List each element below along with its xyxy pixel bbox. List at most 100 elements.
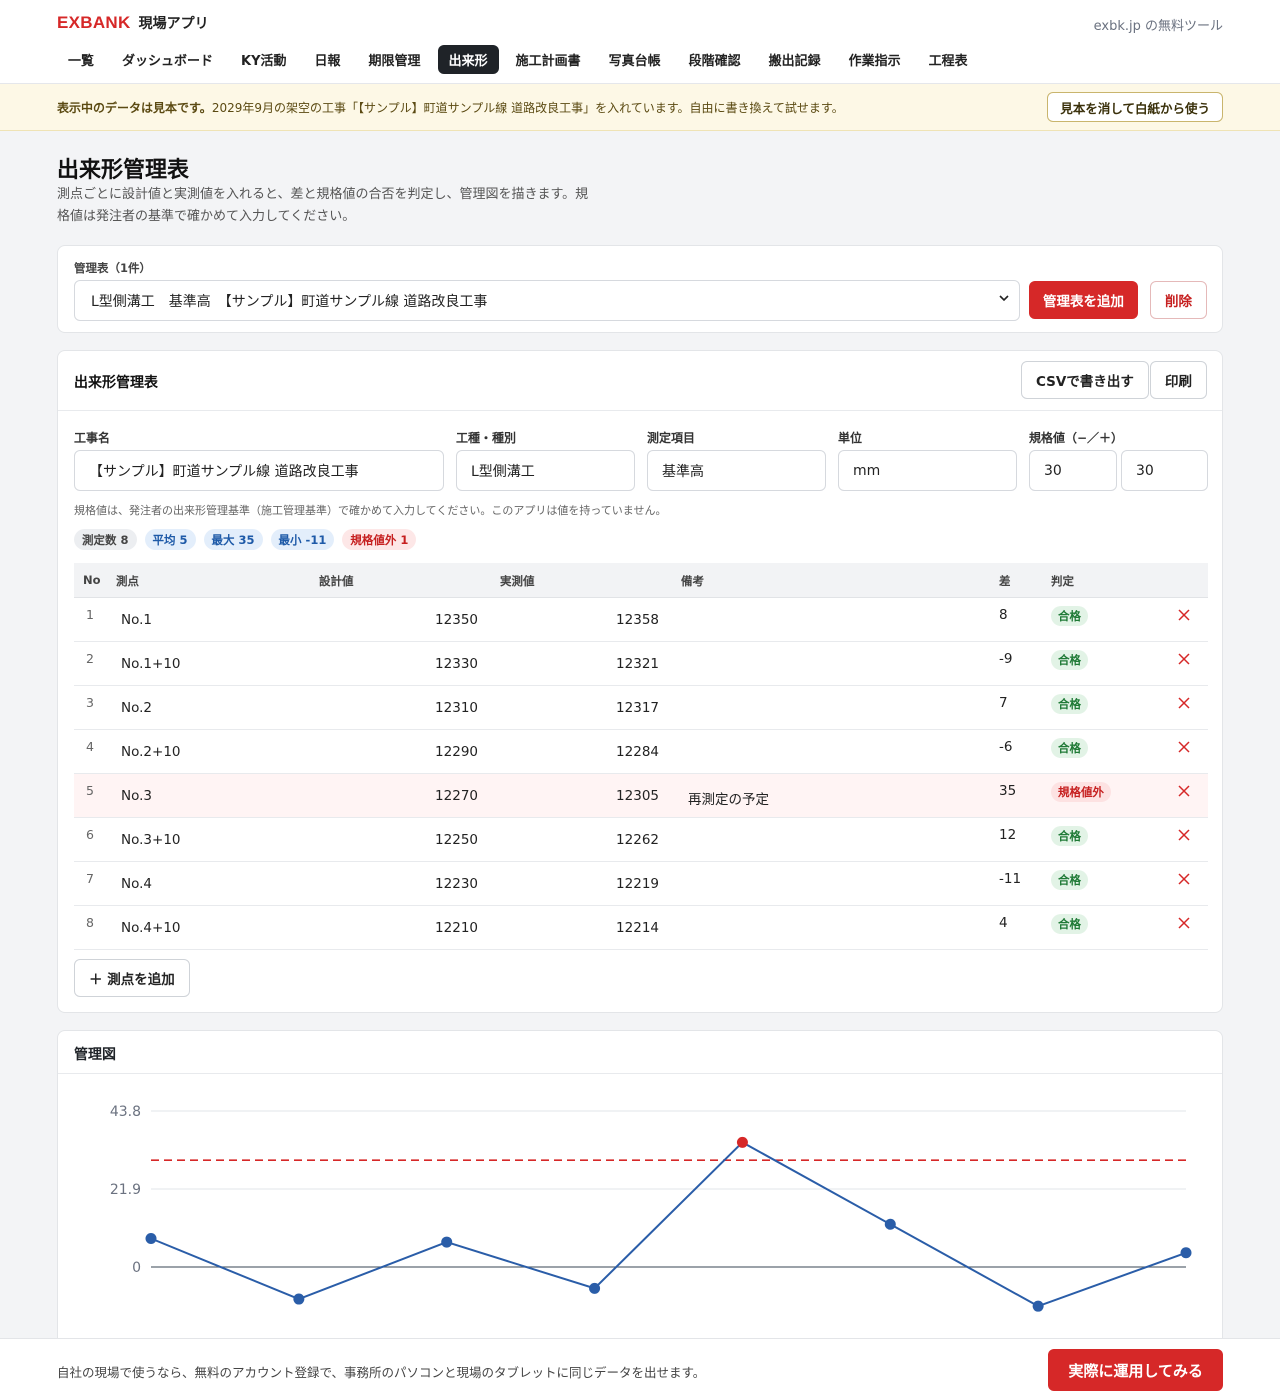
nav-item-0[interactable]: 一覧: [57, 45, 105, 74]
delete-row-icon[interactable]: [1177, 740, 1191, 754]
clear-sample-button[interactable]: 見本を消して白紙から使う: [1047, 92, 1223, 122]
row-measured-value[interactable]: 12317: [616, 700, 659, 716]
nav-item-9[interactable]: 搬出記録: [758, 45, 832, 74]
row-measured-value[interactable]: 12305: [616, 788, 659, 804]
row-diff: -11: [999, 871, 1022, 887]
spec-plus-field[interactable]: 30: [1121, 450, 1208, 491]
row-point[interactable]: No.4+10: [121, 920, 181, 936]
stat-average: 平均 5: [144, 529, 196, 550]
row-no: 3: [86, 695, 94, 710]
measure-item-label: 測定項目: [647, 431, 696, 445]
top-bar: EXBANK 現場アプリ exbk.jp の無料ツール 一覧 ダッシュボード KY活…: [0, 0, 1280, 84]
row-measured-value[interactable]: 12358: [616, 612, 659, 628]
row-design-value[interactable]: 12250: [435, 832, 478, 848]
row-no: 4: [86, 739, 94, 754]
row-judge-badge: 合格: [1051, 694, 1088, 714]
spec-hint: 規格値は、発注者の出来形管理基準（施工管理基準）で確かめて入力してください。この…: [74, 504, 667, 517]
data-point: [145, 1233, 157, 1245]
nav-item-4[interactable]: 期限管理: [358, 45, 432, 74]
row-measured-value[interactable]: 12214: [616, 920, 659, 936]
row-diff: 35: [999, 783, 1017, 799]
data-point: [1180, 1247, 1192, 1259]
row-measured-value[interactable]: 12219: [616, 876, 659, 892]
row-point[interactable]: No.2+10: [121, 744, 181, 760]
delete-row-icon[interactable]: [1177, 608, 1191, 622]
sample-notice: 表示中のデータは見本です。2029年9月の架空の工事「【サンプル】町道サンプル線…: [0, 84, 1280, 131]
row-point[interactable]: No.2: [121, 700, 152, 716]
add-sheet-button[interactable]: 管理表を追加: [1029, 281, 1138, 319]
try-it-button[interactable]: 実際に運用してみる: [1048, 1349, 1223, 1391]
data-point: [441, 1236, 453, 1248]
row-no: 2: [86, 651, 94, 666]
project-name-field[interactable]: 【サンプル】町道サンプル線 道路改良工事: [74, 450, 444, 491]
main-nav: 一覧 ダッシュボード KY活動 日報 期限管理 出来形 施工計画書 写真台帳 段階確認 搬出記録作…: [57, 45, 985, 74]
nav-item-10[interactable]: 作業指示: [838, 45, 912, 74]
delete-row-icon[interactable]: [1177, 828, 1191, 842]
row-diff: 12: [999, 827, 1017, 843]
row-measured-value[interactable]: 12321: [616, 656, 659, 672]
row-design-value[interactable]: 12290: [435, 744, 478, 760]
delete-row-icon[interactable]: [1177, 916, 1191, 930]
row-design-value[interactable]: 12270: [435, 788, 478, 804]
sheet-select[interactable]: L型側溝工 基準高 【サンプル】町道サンプル線 道路改良工事: [74, 280, 1020, 321]
row-point[interactable]: No.4: [121, 876, 152, 892]
row-point[interactable]: No.3+10: [121, 832, 181, 848]
col-diff: 差: [999, 574, 1011, 588]
control-chart-card: 管理図 43.8 21.9 0: [57, 1030, 1223, 1360]
delete-sheet-button[interactable]: 削除: [1150, 281, 1207, 319]
row-design-value[interactable]: 12330: [435, 656, 478, 672]
stat-out-of-spec: 規格値外 1: [342, 529, 417, 550]
table-row: 3 No.2 12310 12317 7 合格: [74, 686, 1208, 730]
nav-item-6[interactable]: 施工計画書: [505, 45, 592, 74]
row-no: 8: [86, 915, 94, 930]
notice-body: 2029年9月の架空の工事「【サンプル】町道サンプル線 道路改良工事」を入れてい…: [211, 101, 844, 115]
spec-minus-field[interactable]: 30: [1029, 450, 1117, 491]
table-row: 6 No.3+10 12250 12262 12 合格: [74, 818, 1208, 862]
row-judge-badge: 合格: [1051, 738, 1088, 758]
row-point[interactable]: No.1: [121, 612, 152, 628]
work-type-field[interactable]: L型側溝工: [456, 450, 635, 491]
measure-item-field[interactable]: 基準高: [647, 450, 826, 491]
nav-item-7[interactable]: 写真台帳: [598, 45, 672, 74]
brand-logo[interactable]: EXBANK: [57, 13, 131, 33]
stat-max: 最大 35: [203, 529, 263, 550]
control-chart-header: 管理図: [58, 1031, 1222, 1074]
col-note: 備考: [681, 574, 704, 588]
csv-export-button[interactable]: CSVで書き出す: [1021, 361, 1149, 399]
row-design-value[interactable]: 12310: [435, 700, 478, 716]
delete-row-icon[interactable]: [1177, 696, 1191, 710]
y-tick-label: 21.9: [110, 1182, 141, 1198]
row-design-value[interactable]: 12350: [435, 612, 478, 628]
data-point: [1032, 1300, 1044, 1312]
data-point: [884, 1218, 896, 1230]
nav-item-11[interactable]: 工程表: [918, 45, 979, 74]
nav-item-2[interactable]: KY活動: [230, 45, 298, 74]
delete-row-icon[interactable]: [1177, 652, 1191, 666]
app-name: 現場アプリ: [138, 16, 209, 32]
table-header: No 測点 設計値 実測値 備考 差 判定: [74, 563, 1208, 598]
delete-row-icon[interactable]: [1177, 784, 1191, 798]
row-point[interactable]: No.1+10: [121, 656, 181, 672]
add-point-button[interactable]: ＋ 測点を追加: [74, 959, 190, 997]
brand[interactable]: EXBANK 現場アプリ: [57, 13, 209, 33]
print-button[interactable]: 印刷: [1150, 361, 1207, 399]
nav-item-8[interactable]: 段階確認: [678, 45, 752, 74]
row-design-value[interactable]: 12230: [435, 876, 478, 892]
row-point[interactable]: No.3: [121, 788, 152, 804]
y-tick-label: 0: [132, 1260, 141, 1276]
tool-note[interactable]: exbk.jp の無料ツール: [1094, 15, 1223, 34]
data-point: [293, 1293, 305, 1305]
sheet-selector-label: 管理表（1件）: [74, 261, 152, 275]
nav-item-1[interactable]: ダッシュボード: [111, 45, 224, 74]
delete-row-icon[interactable]: [1177, 872, 1191, 886]
row-measured-value[interactable]: 12262: [616, 832, 659, 848]
row-note[interactable]: 再測定の予定: [688, 788, 769, 808]
row-measured-value[interactable]: 12284: [616, 744, 659, 760]
nav-item-5[interactable]: 出来形: [437, 45, 499, 74]
unit-field[interactable]: mm: [838, 450, 1017, 491]
row-judge-badge: 規格値外: [1051, 782, 1111, 802]
chevron-down-icon: [999, 295, 1009, 302]
row-design-value[interactable]: 12210: [435, 920, 478, 936]
notice-bold: 表示中のデータは見本です。: [57, 101, 212, 115]
nav-item-3[interactable]: 日報: [304, 45, 352, 74]
